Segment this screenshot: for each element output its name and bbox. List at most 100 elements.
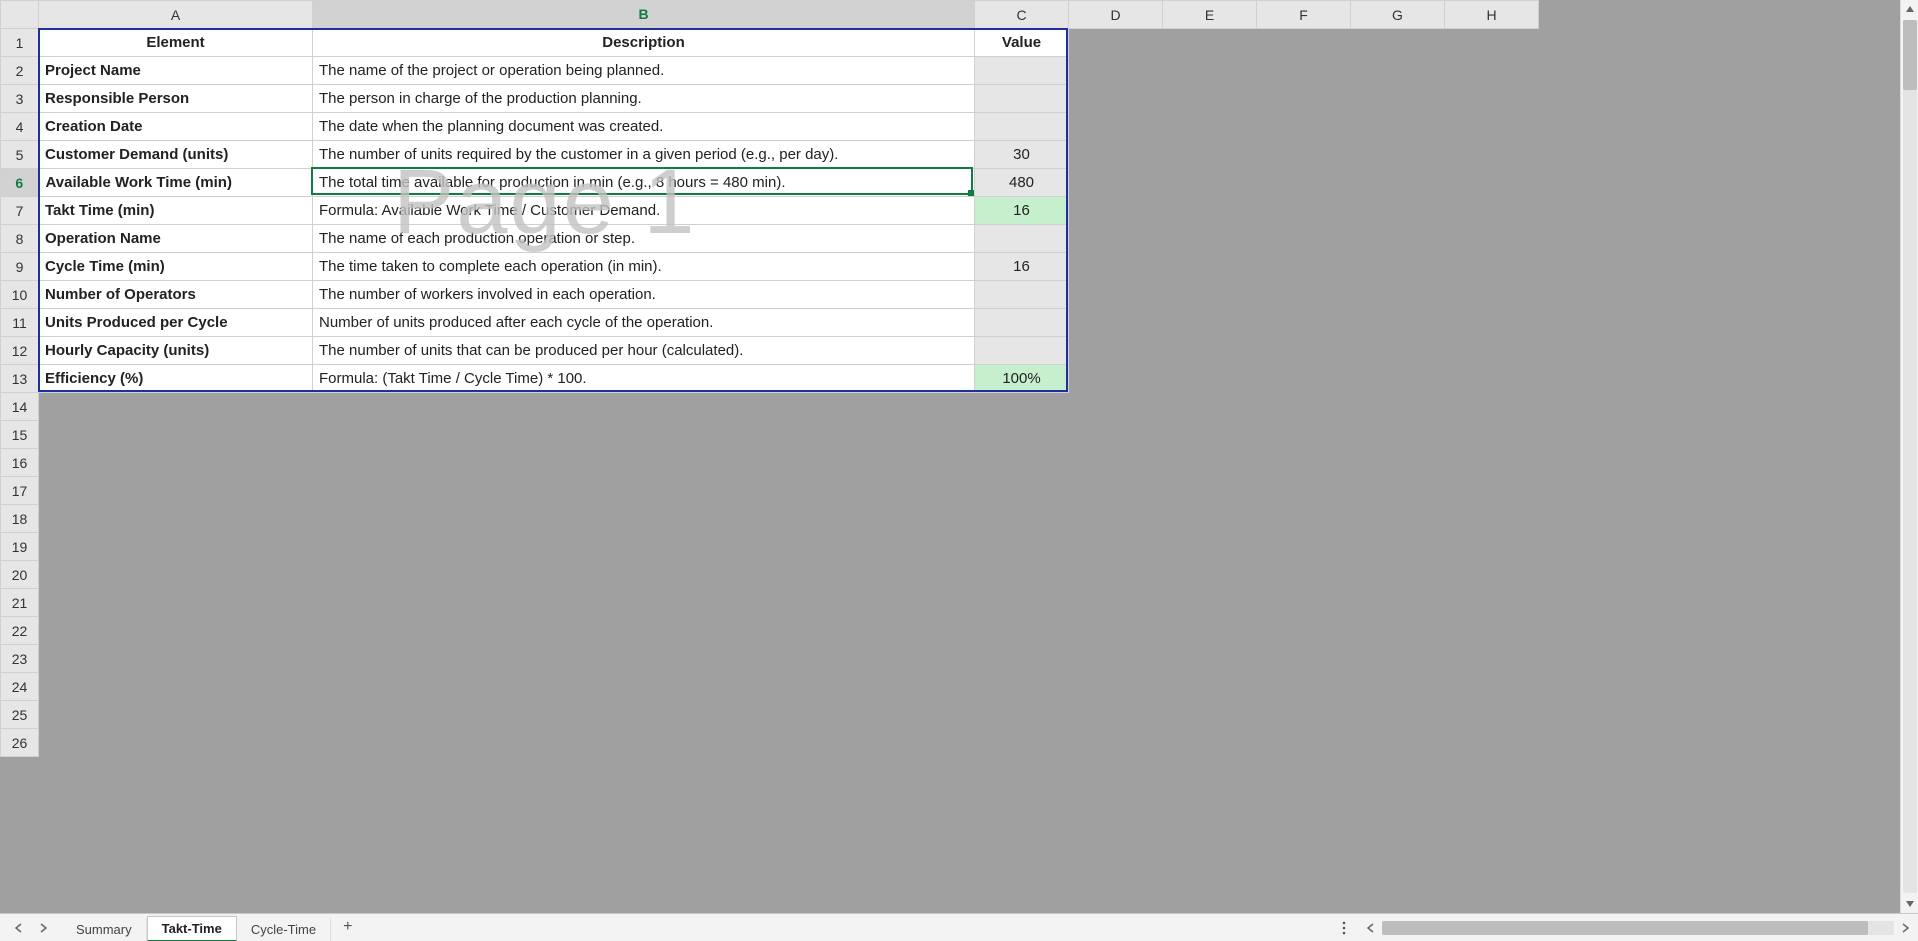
- cell-B25[interactable]: [313, 701, 975, 729]
- cell-D17[interactable]: [1069, 477, 1163, 505]
- cell-D22[interactable]: [1069, 617, 1163, 645]
- cell-C22[interactable]: [975, 617, 1069, 645]
- cell-F3[interactable]: [1257, 85, 1351, 113]
- cell-E2[interactable]: [1163, 57, 1257, 85]
- cell-E10[interactable]: [1163, 281, 1257, 309]
- cell-C4[interactable]: [975, 113, 1069, 141]
- cell-C6[interactable]: 480: [975, 169, 1069, 197]
- row-header-10[interactable]: 10: [1, 281, 39, 309]
- cell-G6[interactable]: [1351, 169, 1445, 197]
- row-header-11[interactable]: 11: [1, 309, 39, 337]
- cell-D7[interactable]: [1069, 197, 1163, 225]
- column-header-E[interactable]: E: [1163, 1, 1257, 29]
- cell-A3[interactable]: Responsible Person: [39, 85, 313, 113]
- cell-B17[interactable]: [313, 477, 975, 505]
- row-header-21[interactable]: 21: [1, 589, 39, 617]
- cell-B6[interactable]: The total time available for production …: [313, 169, 975, 197]
- cell-A14[interactable]: [39, 393, 313, 421]
- cell-A12[interactable]: Hourly Capacity (units): [39, 337, 313, 365]
- cell-B11[interactable]: Number of units produced after each cycl…: [313, 309, 975, 337]
- cell-B12[interactable]: The number of units that can be produced…: [313, 337, 975, 365]
- row-header-7[interactable]: 7: [1, 197, 39, 225]
- cell-F7[interactable]: [1257, 197, 1351, 225]
- add-sheet-button[interactable]: +: [331, 914, 364, 941]
- cell-A1[interactable]: Element: [39, 29, 313, 57]
- cell-B4[interactable]: The date when the planning document was …: [313, 113, 975, 141]
- cell-E13[interactable]: [1163, 365, 1257, 393]
- cell-H6[interactable]: [1445, 169, 1539, 197]
- cell-A25[interactable]: [39, 701, 313, 729]
- cell-B14[interactable]: [313, 393, 975, 421]
- cell-D23[interactable]: [1069, 645, 1163, 673]
- cell-D25[interactable]: [1069, 701, 1163, 729]
- cell-A16[interactable]: [39, 449, 313, 477]
- row-header-15[interactable]: 15: [1, 421, 39, 449]
- cell-E24[interactable]: [1163, 673, 1257, 701]
- sheet-tab-cycle-time[interactable]: Cycle-Time: [237, 918, 331, 941]
- cell-A23[interactable]: [39, 645, 313, 673]
- cell-H21[interactable]: [1445, 589, 1539, 617]
- cell-B16[interactable]: [313, 449, 975, 477]
- cell-G3[interactable]: [1351, 85, 1445, 113]
- cell-F21[interactable]: [1257, 589, 1351, 617]
- cell-F25[interactable]: [1257, 701, 1351, 729]
- cell-H23[interactable]: [1445, 645, 1539, 673]
- cell-B23[interactable]: [313, 645, 975, 673]
- cell-D4[interactable]: [1069, 113, 1163, 141]
- cell-G9[interactable]: [1351, 253, 1445, 281]
- cell-H2[interactable]: [1445, 57, 1539, 85]
- cell-G26[interactable]: [1351, 729, 1445, 757]
- cell-B8[interactable]: The name of each production operation or…: [313, 225, 975, 253]
- row-header-4[interactable]: 4: [1, 113, 39, 141]
- cell-F17[interactable]: [1257, 477, 1351, 505]
- cell-B19[interactable]: [313, 533, 975, 561]
- row-header-18[interactable]: 18: [1, 505, 39, 533]
- cell-D11[interactable]: [1069, 309, 1163, 337]
- cell-B5[interactable]: The number of units required by the cust…: [313, 141, 975, 169]
- cell-G2[interactable]: [1351, 57, 1445, 85]
- cell-D13[interactable]: [1069, 365, 1163, 393]
- cell-H14[interactable]: [1445, 393, 1539, 421]
- cell-C15[interactable]: [975, 421, 1069, 449]
- cell-D24[interactable]: [1069, 673, 1163, 701]
- cell-F10[interactable]: [1257, 281, 1351, 309]
- cell-E21[interactable]: [1163, 589, 1257, 617]
- cell-H5[interactable]: [1445, 141, 1539, 169]
- cell-G20[interactable]: [1351, 561, 1445, 589]
- row-header-25[interactable]: 25: [1, 701, 39, 729]
- cell-F20[interactable]: [1257, 561, 1351, 589]
- cell-B18[interactable]: [313, 505, 975, 533]
- cell-G21[interactable]: [1351, 589, 1445, 617]
- vertical-scrollbar[interactable]: [1900, 0, 1918, 913]
- cell-D19[interactable]: [1069, 533, 1163, 561]
- cell-E19[interactable]: [1163, 533, 1257, 561]
- cell-A15[interactable]: [39, 421, 313, 449]
- cell-C13[interactable]: 100%: [975, 365, 1069, 393]
- cell-H20[interactable]: [1445, 561, 1539, 589]
- row-header-26[interactable]: 26: [1, 729, 39, 757]
- cell-B24[interactable]: [313, 673, 975, 701]
- row-header-23[interactable]: 23: [1, 645, 39, 673]
- column-header-H[interactable]: H: [1445, 1, 1539, 29]
- cell-H8[interactable]: [1445, 225, 1539, 253]
- cell-E15[interactable]: [1163, 421, 1257, 449]
- column-header-F[interactable]: F: [1257, 1, 1351, 29]
- tab-menu-button[interactable]: [1330, 914, 1358, 941]
- cell-C17[interactable]: [975, 477, 1069, 505]
- scroll-down-button[interactable]: [1901, 895, 1918, 913]
- row-header-19[interactable]: 19: [1, 533, 39, 561]
- cell-C3[interactable]: [975, 85, 1069, 113]
- column-header-D[interactable]: D: [1069, 1, 1163, 29]
- cell-H22[interactable]: [1445, 617, 1539, 645]
- cell-D21[interactable]: [1069, 589, 1163, 617]
- cell-G17[interactable]: [1351, 477, 1445, 505]
- cell-F13[interactable]: [1257, 365, 1351, 393]
- cell-G10[interactable]: [1351, 281, 1445, 309]
- cell-C26[interactable]: [975, 729, 1069, 757]
- cell-E20[interactable]: [1163, 561, 1257, 589]
- scroll-up-button[interactable]: [1901, 0, 1918, 18]
- cell-A17[interactable]: [39, 477, 313, 505]
- cell-G11[interactable]: [1351, 309, 1445, 337]
- cell-B1[interactable]: Description: [313, 29, 975, 57]
- cell-D10[interactable]: [1069, 281, 1163, 309]
